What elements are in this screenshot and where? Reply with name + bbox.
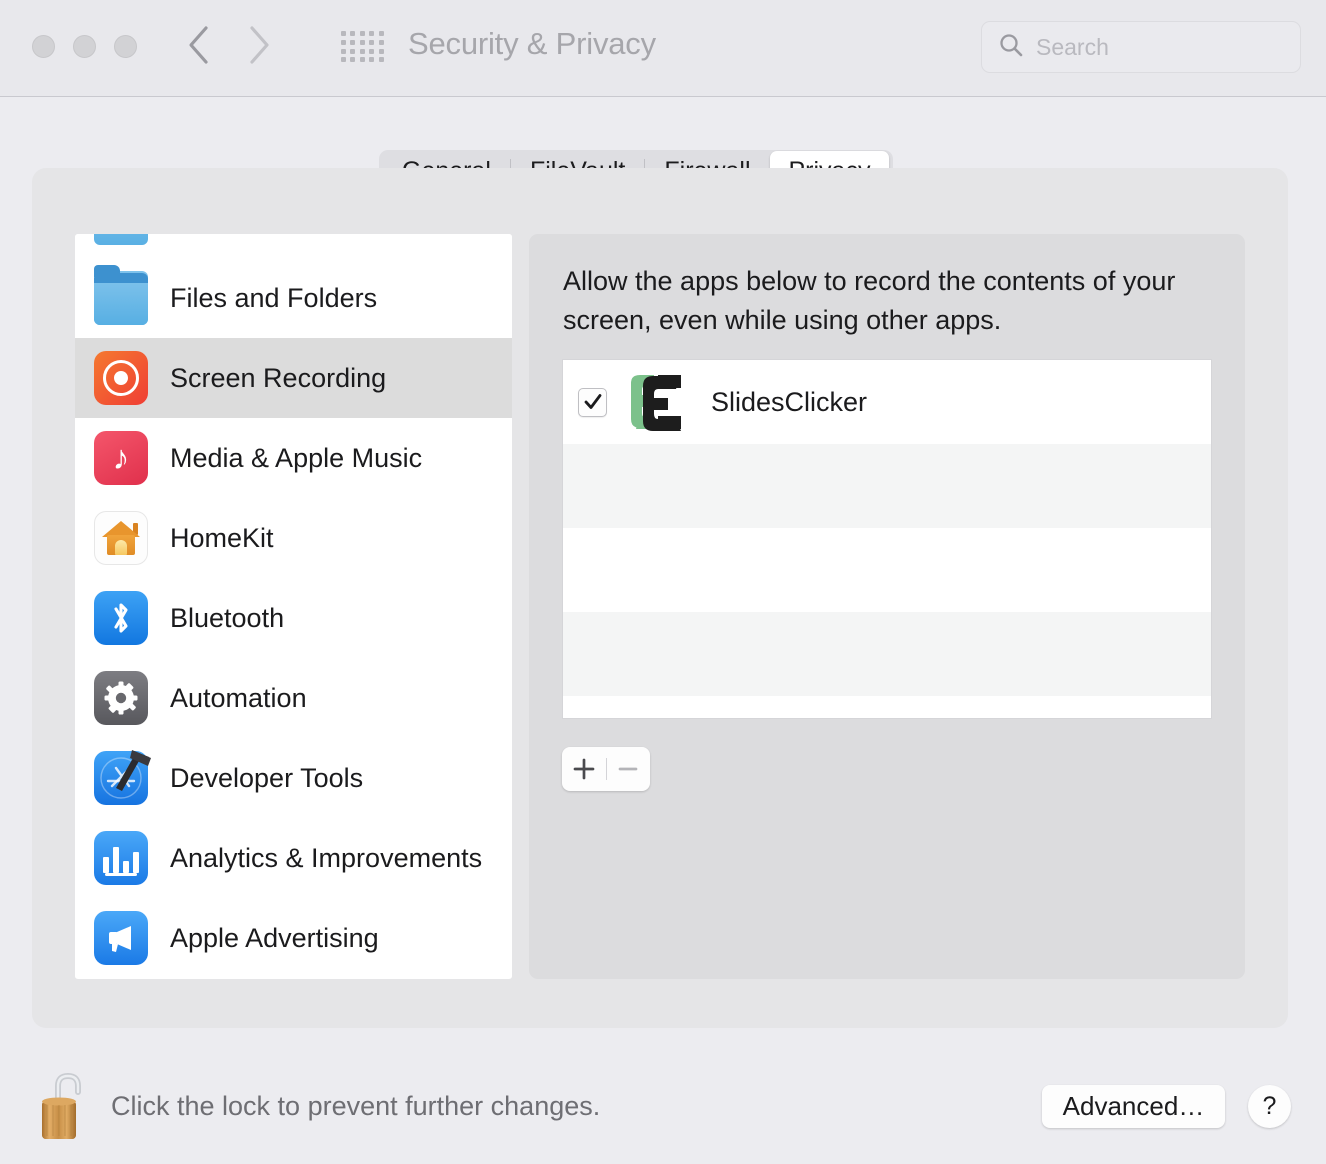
detail-description: Allow the apps below to record the conte…: [563, 266, 1176, 335]
help-button[interactable]: ?: [1248, 1085, 1291, 1128]
sidebar-item-label: Files and Folders: [170, 282, 378, 313]
privacy-panel: Files and Folders Screen Recording ♪ Med…: [32, 168, 1288, 1028]
sidebar-item-developer-tools[interactable]: Developer Tools: [75, 738, 512, 818]
search-icon: [998, 32, 1024, 63]
sidebar-item-label: Automation: [170, 682, 307, 713]
navigation-buttons: [186, 22, 272, 68]
remove-app-button[interactable]: [607, 747, 651, 791]
add-remove-segmented-control: [562, 747, 650, 791]
sidebar-item-homekit[interactable]: HomeKit: [75, 498, 512, 578]
sidebar-item-apple-advertising[interactable]: Apple Advertising: [75, 898, 512, 978]
gear-icon: [94, 671, 148, 725]
sidebar-item-label: Developer Tools: [170, 762, 364, 793]
sidebar-item-analytics-and-improvements[interactable]: Analytics & Improvements: [75, 818, 512, 898]
sidebar-item-label: Analytics & Improvements: [170, 842, 483, 873]
sidebar-item-label: Media & Apple Music: [170, 442, 423, 473]
sidebar-item-media-and-apple-music[interactable]: ♪ Media & Apple Music: [75, 418, 512, 498]
app-name: SlidesClicker: [711, 386, 868, 417]
list-item[interactable]: [563, 612, 1211, 696]
sidebar-item-label: HomeKit: [170, 522, 274, 553]
show-all-grid-icon[interactable]: [341, 31, 385, 63]
privacy-category-sidebar[interactable]: Files and Folders Screen Recording ♪ Med…: [75, 234, 512, 979]
sidebar-item-label: Apple Advertising: [170, 922, 379, 953]
sidebar-item-bluetooth[interactable]: Bluetooth: [75, 578, 512, 658]
music-note-icon: ♪: [94, 431, 148, 485]
forward-chevron-icon[interactable]: [246, 22, 272, 68]
megaphone-icon: [94, 911, 148, 965]
partial-blue-icon: [94, 234, 148, 245]
window-titlebar: Security & Privacy Search: [0, 0, 1326, 97]
traffic-light-buttons: [32, 35, 137, 58]
search-placeholder: Search: [1036, 33, 1109, 60]
unlocked-padlock-icon[interactable]: [38, 1068, 94, 1142]
list-item[interactable]: SlidesClicker: [563, 360, 1211, 444]
sidebar-item-files-and-folders[interactable]: Files and Folders: [75, 258, 512, 338]
system-preferences-window: Security & Privacy Search General FileVa…: [0, 0, 1326, 1164]
slidesclicker-icon: [625, 373, 687, 431]
back-chevron-icon[interactable]: [186, 22, 212, 68]
advanced-button[interactable]: Advanced…: [1042, 1085, 1225, 1128]
xcode-hammer-icon: [94, 750, 151, 805]
list-item[interactable]: [563, 444, 1211, 528]
sidebar-item-partial[interactable]: [75, 234, 512, 258]
minimize-button[interactable]: [73, 35, 96, 58]
close-button[interactable]: [32, 35, 55, 58]
screen-recording-icon: [94, 351, 148, 405]
lock-message: Click the lock to prevent further change…: [111, 1091, 601, 1121]
folder-icon: [94, 265, 148, 325]
search-input[interactable]: Search: [981, 21, 1301, 73]
sidebar-item-screen-recording[interactable]: Screen Recording: [75, 338, 512, 418]
allowed-apps-list[interactable]: SlidesClicker: [562, 359, 1212, 719]
homekit-house-icon: [94, 511, 148, 565]
sidebar-item-label: Screen Recording: [170, 362, 387, 393]
sidebar-item-label: Bluetooth: [170, 602, 285, 633]
add-app-button[interactable]: [562, 747, 606, 791]
bar-chart-icon: [94, 831, 148, 885]
bluetooth-icon: [94, 591, 148, 645]
app-checkbox[interactable]: [578, 387, 607, 417]
screen-recording-detail-pane: Allow the apps below to record the conte…: [529, 234, 1245, 979]
sidebar-item-automation[interactable]: Automation: [75, 658, 512, 738]
zoom-button[interactable]: [114, 35, 137, 58]
page-title: Security & Privacy: [408, 26, 656, 61]
list-item[interactable]: [563, 528, 1211, 612]
